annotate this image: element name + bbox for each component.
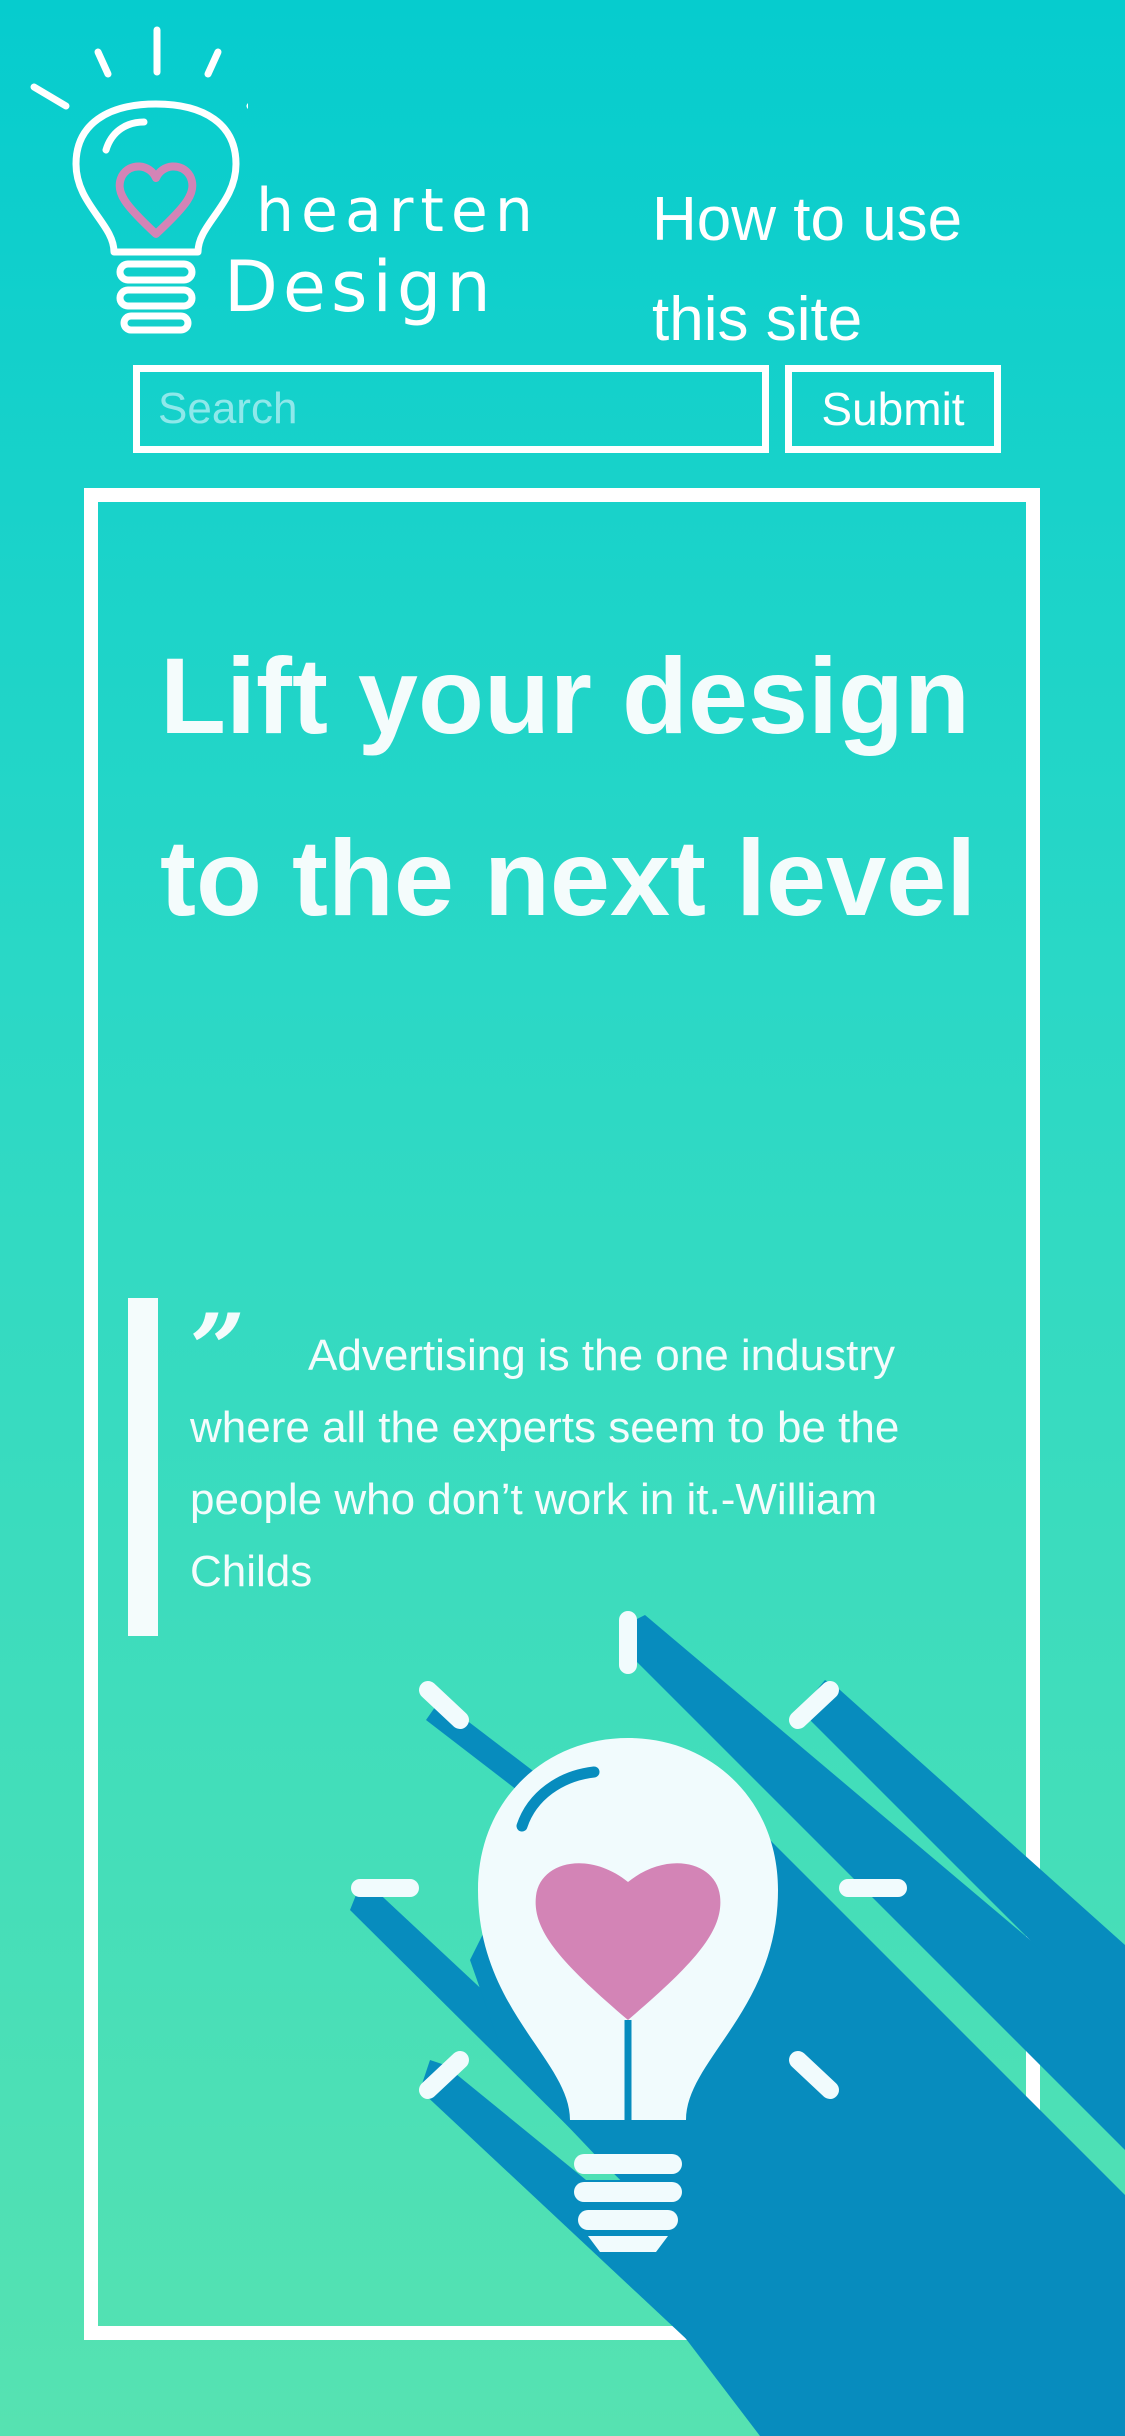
site-logo[interactable]: hearten Design	[28, 24, 533, 354]
hero-headline: Lift your design to the next level	[160, 635, 977, 938]
search-input[interactable]	[133, 365, 769, 453]
brand-name-line1: hearten	[256, 176, 540, 246]
submit-button[interactable]: Submit	[785, 365, 1001, 453]
quote-body: ” Advertising is the one industry where a…	[190, 1293, 974, 1608]
search-form: Submit	[133, 365, 1001, 455]
brand-name-line2: Design	[224, 246, 496, 328]
how-to-use-link[interactable]: How to use this site	[652, 170, 1032, 370]
lightbulb-heart-icon	[350, 1611, 1125, 2436]
quote-mark-icon: ”	[190, 1293, 246, 1406]
lightbulb-heart-icon	[30, 26, 248, 334]
